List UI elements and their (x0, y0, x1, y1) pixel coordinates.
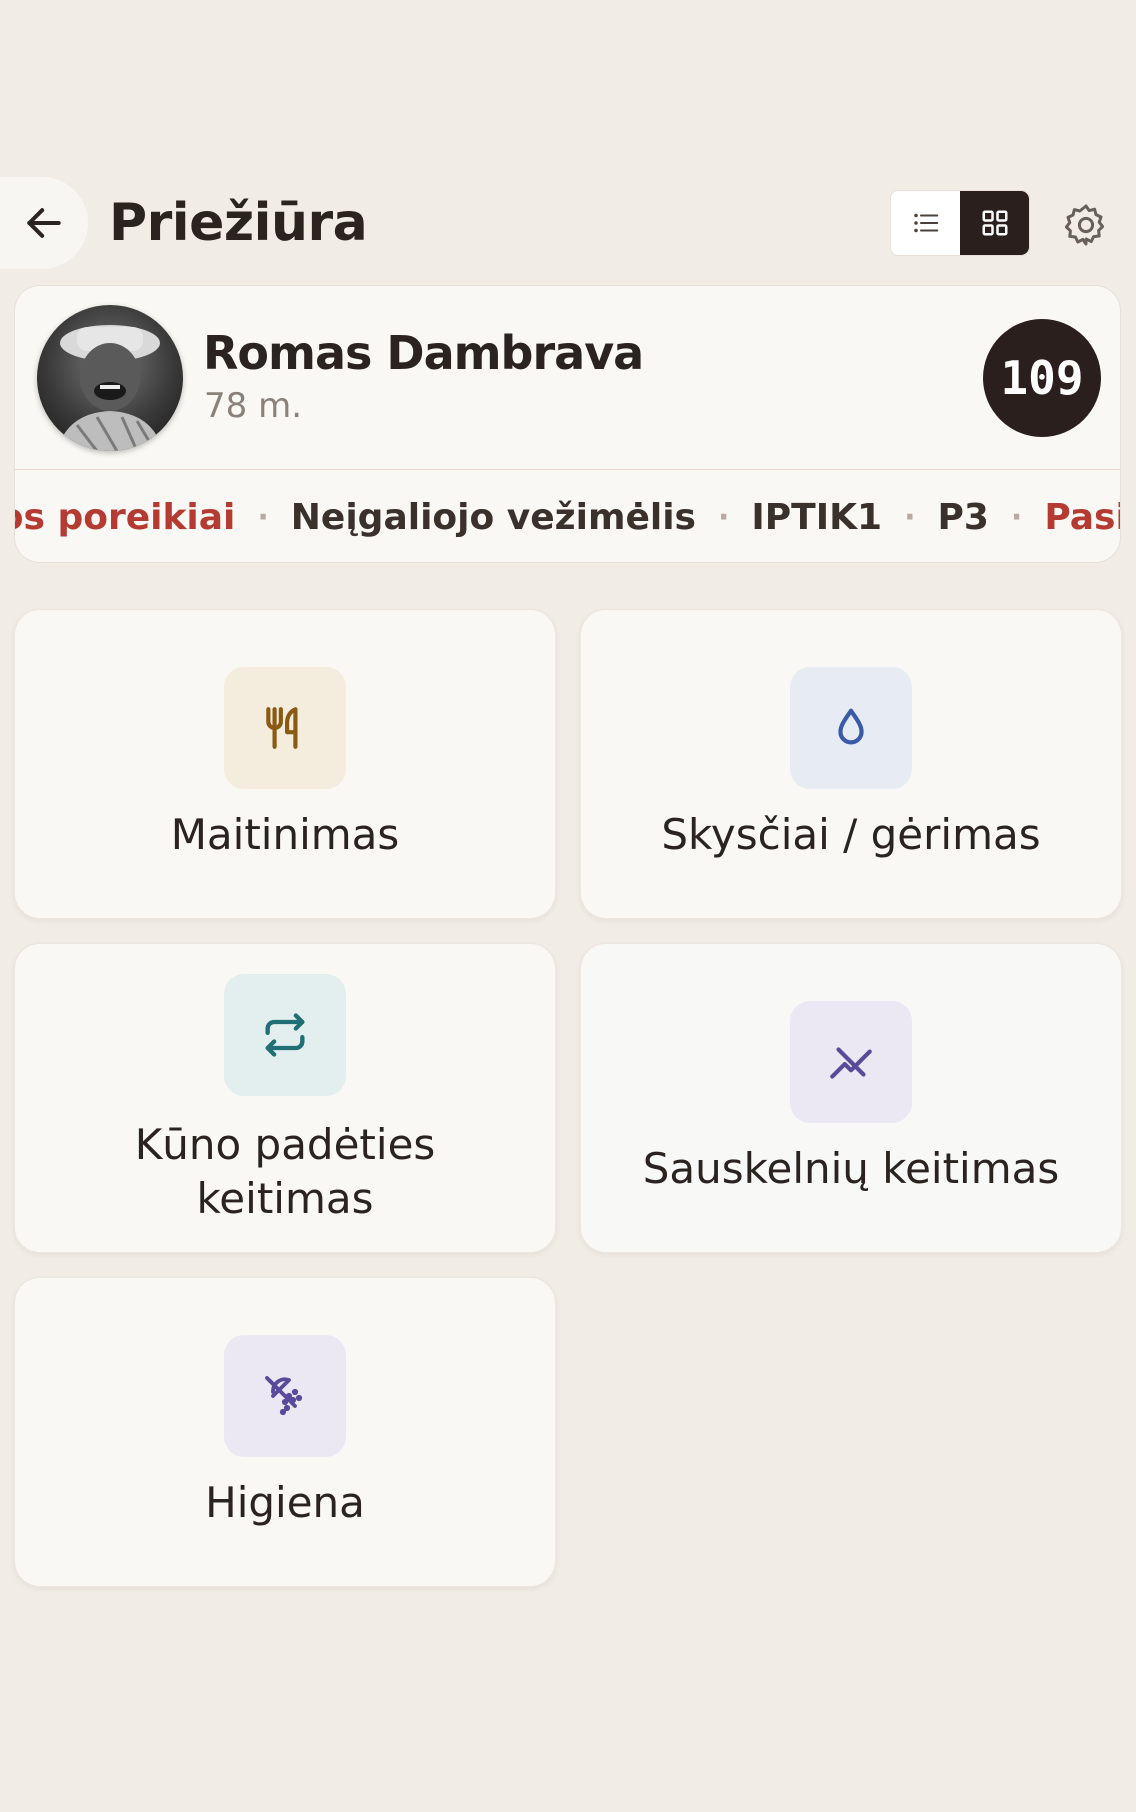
tag-separator: · (904, 499, 916, 535)
tile-icon-box (224, 667, 346, 789)
page-title: Priežiūra (109, 193, 368, 253)
tag-separator: · (717, 499, 730, 535)
tile-icon-box (224, 1335, 346, 1457)
tile-feeding[interactable]: Maitinimas (14, 609, 556, 919)
droplet-icon (838, 708, 864, 745)
tile-hygiene[interactable]: Higiena (14, 1277, 556, 1587)
repeat-icon (265, 1013, 305, 1057)
tile-label: Skysčiai / gėrimas (661, 810, 1041, 859)
tile-label-line2: keitimas (196, 1174, 374, 1223)
grid-icon (982, 210, 1007, 236)
tile-label: Higiena (205, 1478, 365, 1527)
tag-item: P3 (937, 496, 989, 538)
tile-icon-box (790, 1001, 912, 1123)
diaper-icon (830, 1047, 872, 1079)
patient-card[interactable]: Romas Dambrava 78 m. 109 bos poreikiai ·… (14, 285, 1121, 563)
grid-view-button[interactable] (960, 191, 1029, 255)
gear-icon (1064, 204, 1105, 246)
tag-item: Neįgaliojo vežimėlis (290, 496, 696, 538)
patient-name: Romas Dambrava (203, 326, 644, 380)
tag-separator: · (1010, 499, 1023, 535)
shower-icon (265, 1376, 303, 1416)
tag-item: Pasišal (1044, 496, 1120, 538)
header: Priežiūra (0, 175, 1136, 275)
tile-repositioning[interactable]: Kūno padėties keitimas (14, 943, 556, 1253)
tag-separator: · (257, 499, 269, 535)
tile-label: Maitinimas (170, 810, 400, 859)
list-icon (913, 213, 938, 233)
room-number-badge: 109 (983, 319, 1101, 437)
tile-icon-box (790, 667, 912, 789)
tile-fluids[interactable]: Skysčiai / gėrimas (580, 609, 1122, 919)
back-button[interactable] (0, 177, 88, 269)
patient-age: 78 m. (204, 386, 302, 426)
utensils-icon (266, 707, 298, 749)
settings-button[interactable] (1060, 199, 1112, 251)
tile-icon-box (224, 974, 346, 1096)
tile-diaper-change[interactable]: Sauskelnių keitimas (580, 943, 1122, 1253)
view-toggle (890, 190, 1030, 256)
patient-tags: bos poreikiai · Neįgaliojo vežimėlis · I… (15, 471, 1120, 562)
arrow-left-icon (27, 208, 61, 238)
patient-summary: Romas Dambrava 78 m. 109 (15, 286, 1120, 470)
tag-item: IPTIK1 (751, 496, 883, 538)
list-view-button[interactable] (891, 191, 960, 255)
tile-label: Kūno padėties (134, 1120, 436, 1169)
tile-label: Sauskelnių keitimas (642, 1144, 1060, 1193)
avatar (37, 305, 183, 451)
tag-item: bos poreikiai (15, 496, 236, 538)
